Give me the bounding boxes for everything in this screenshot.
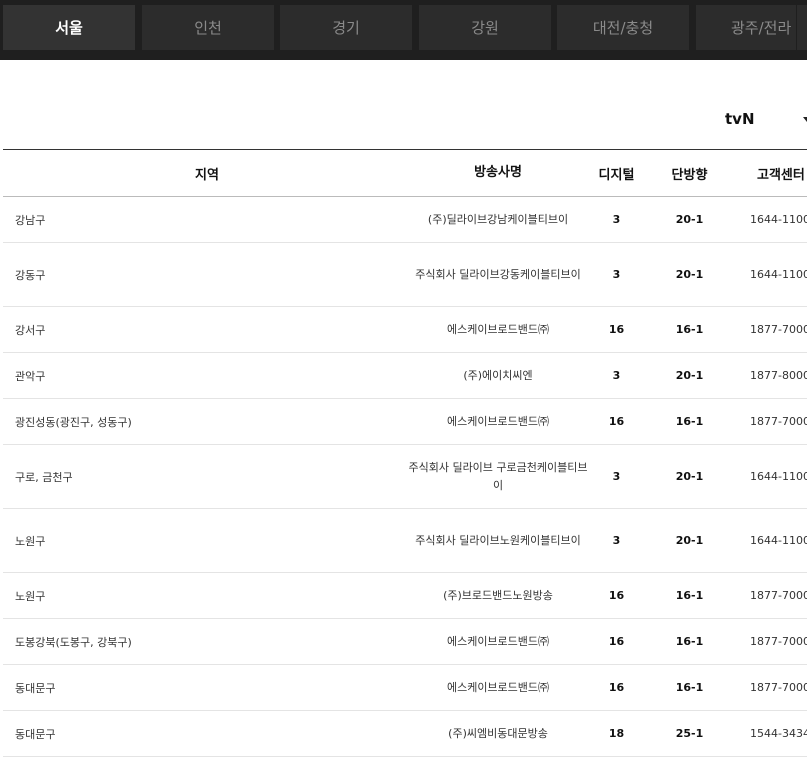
table-row: 구로, 금천구 주식회사 딜라이브 구로금천케이블티브이 3 20-1 1644… [3, 445, 807, 509]
region-tab-bar: 서울 인천 경기 강원 대전/충청 광주/전라 [0, 0, 807, 60]
cell-customer-center: 1877-8000 [750, 369, 807, 382]
cell-digital: 3 [612, 534, 621, 547]
cell-broadcaster: 주식회사 딜라이브노원케이블티브이 [415, 533, 581, 547]
cell-broadcaster: (주)씨엠비동대문방송 [448, 726, 548, 740]
cell-one-way: 16-1 [675, 681, 704, 694]
broadcaster-table: 지역 방송사명 디지털 단방향 고객센터 강남구 (주)딜라이브강남케이블티브이… [3, 149, 807, 757]
cell-customer-center: 1644-1100 [750, 470, 807, 483]
cell-broadcaster: (주)에이치씨엔 [463, 368, 533, 382]
cell-broadcaster: 주식회사 딜라이브 구로금천케이블티브이 [408, 460, 588, 492]
table-row: 노원구 주식회사 딜라이브노원케이블티브이 3 20-1 1644-1100 [3, 509, 807, 573]
cell-one-way: 16-1 [675, 635, 704, 648]
cell-broadcaster: (주)딜라이브강남케이블티브이 [427, 212, 569, 226]
cell-broadcaster: 주식회사 딜라이브강동케이블티브이 [415, 267, 581, 281]
tab-gyeonggi[interactable]: 경기 [280, 5, 412, 50]
table-row: 광진성동(광진구, 성동구) 에스케이브로드밴드㈜ 16 16-1 1877-7… [3, 399, 807, 445]
table-row: 동대문구 (주)씨엠비동대문방송 18 25-1 1544-3434 [3, 711, 807, 757]
cell-digital: 3 [612, 369, 621, 382]
cell-broadcaster: (주)브로드밴드노원방송 [443, 588, 553, 602]
tab-daejeon-chungcheong[interactable]: 대전/충청 [557, 5, 689, 50]
cell-region: 강동구 [15, 268, 46, 282]
tab-incheon[interactable]: 인천 [142, 5, 274, 50]
table-row: 동대문구 에스케이브로드밴드㈜ 16 16-1 1877-7000 [3, 665, 807, 711]
header-one-way: 단방향 [671, 167, 708, 183]
table-row: 강동구 주식회사 딜라이브강동케이블티브이 3 20-1 1644-1100 [3, 243, 807, 307]
table-row: 관악구 (주)에이치씨엔 3 20-1 1877-8000 [3, 353, 807, 399]
cell-region: 관악구 [15, 369, 46, 383]
cell-broadcaster: 에스케이브로드밴드㈜ [446, 680, 550, 694]
cell-region: 강서구 [15, 323, 46, 337]
table-row: 강서구 에스케이브로드밴드㈜ 16 16-1 1877-7000 [3, 307, 807, 353]
cell-digital: 16 [608, 589, 625, 602]
cell-region: 노원구 [15, 589, 46, 603]
tab-next-partial[interactable] [797, 5, 807, 50]
cell-customer-center: 1544-3434 [750, 727, 807, 740]
cell-one-way: 20-1 [675, 213, 704, 226]
cell-customer-center: 1877-7000 [750, 635, 807, 648]
header-broadcaster: 방송사명 [474, 165, 522, 180]
cell-broadcaster: 에스케이브로드밴드㈜ [446, 634, 550, 648]
tab-gangwon[interactable]: 강원 [419, 5, 551, 50]
cell-customer-center: 1877-7000 [750, 415, 807, 428]
cell-region: 도봉강북(도봉구, 강북구) [15, 635, 132, 649]
cell-region: 강남구 [15, 213, 46, 227]
tab-gwangju-jeolla[interactable]: 광주/전라 [696, 5, 796, 50]
cell-customer-center: 1877-7000 [750, 681, 807, 694]
header-customer-center: 고객센터 [757, 167, 805, 183]
cell-one-way: 16-1 [675, 589, 704, 602]
cell-one-way: 20-1 [675, 369, 704, 382]
cell-region: 동대문구 [15, 727, 56, 741]
cell-digital: 18 [608, 727, 625, 740]
cell-digital: 16 [608, 323, 625, 336]
cell-one-way: 20-1 [675, 470, 704, 483]
header-digital: 디지털 [598, 167, 635, 183]
cell-region: 구로, 금천구 [15, 470, 73, 484]
cell-one-way: 20-1 [675, 268, 704, 281]
cell-customer-center: 1644-1100 [750, 268, 807, 281]
cell-digital: 3 [612, 268, 621, 281]
cell-digital: 16 [608, 635, 625, 648]
cell-customer-center: 1644-1100 [750, 534, 807, 547]
cell-customer-center: 1644-1100 [750, 213, 807, 226]
cell-broadcaster: 에스케이브로드밴드㈜ [446, 322, 550, 336]
cell-one-way: 16-1 [675, 415, 704, 428]
cell-one-way: 16-1 [675, 323, 704, 336]
cell-digital: 16 [608, 415, 625, 428]
cell-digital: 3 [612, 213, 621, 226]
channel-select[interactable]: tvN [725, 110, 755, 128]
cell-region: 광진성동(광진구, 성동구) [15, 415, 132, 429]
cell-customer-center: 1877-7000 [750, 323, 807, 336]
cell-broadcaster: 에스케이브로드밴드㈜ [446, 414, 550, 428]
cell-region: 노원구 [15, 534, 46, 548]
cell-digital: 3 [612, 470, 621, 483]
table-header-row: 지역 방송사명 디지털 단방향 고객센터 [3, 150, 807, 197]
table-row: 강남구 (주)딜라이브강남케이블티브이 3 20-1 1644-1100 [3, 197, 807, 243]
table-row: 도봉강북(도봉구, 강북구) 에스케이브로드밴드㈜ 16 16-1 1877-7… [3, 619, 807, 665]
cell-customer-center: 1877-7000 [750, 589, 807, 602]
cell-one-way: 25-1 [675, 727, 704, 740]
tab-seoul[interactable]: 서울 [3, 5, 135, 50]
cell-region: 동대문구 [15, 681, 56, 695]
header-region: 지역 [195, 167, 219, 183]
cell-one-way: 20-1 [675, 534, 704, 547]
table-row: 노원구 (주)브로드밴드노원방송 16 16-1 1877-7000 [3, 573, 807, 619]
cell-digital: 16 [608, 681, 625, 694]
chevron-down-icon[interactable] [803, 117, 807, 122]
